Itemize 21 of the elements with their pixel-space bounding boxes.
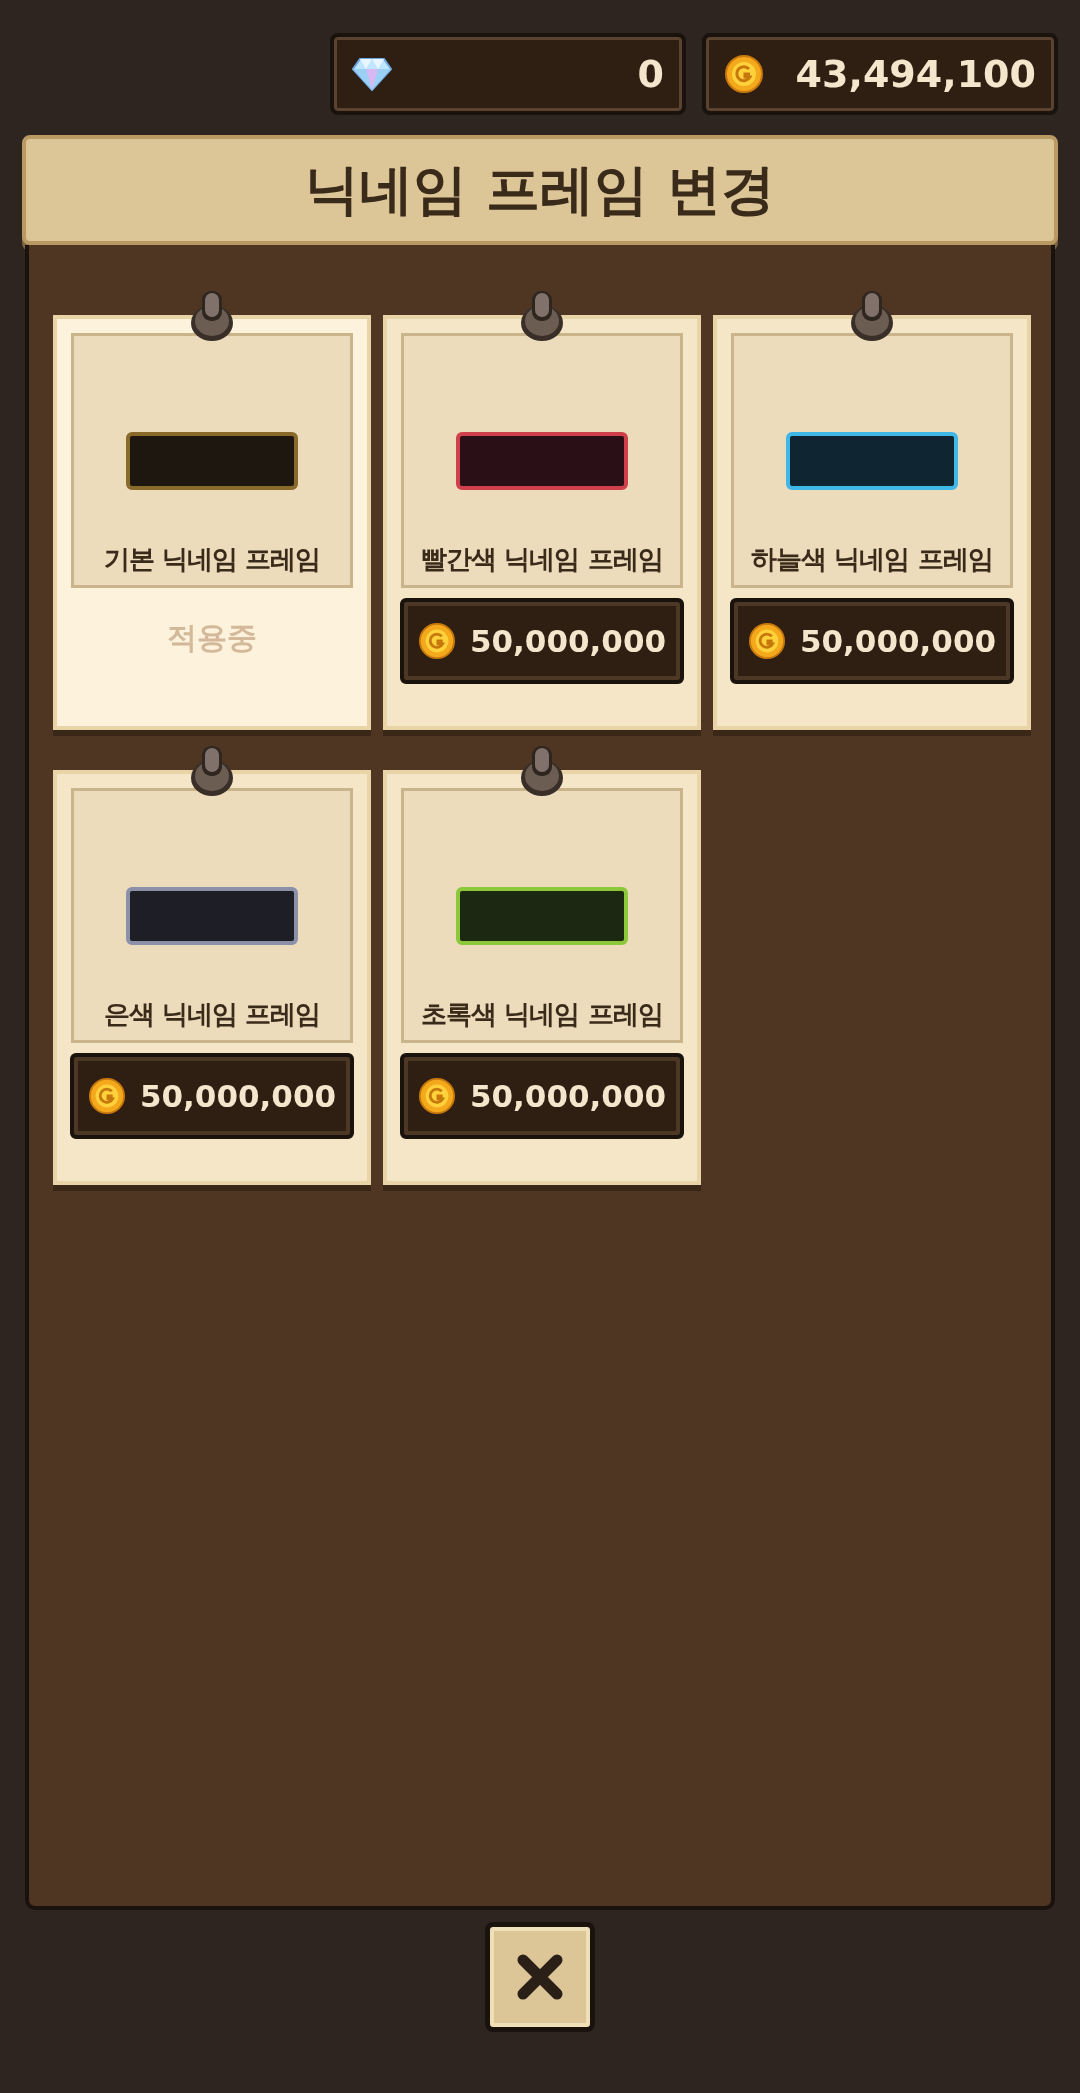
buy-button[interactable]: 50,000,000 (400, 1053, 684, 1139)
coin-icon (724, 54, 764, 94)
coin-icon (417, 622, 456, 660)
buy-button[interactable]: 50,000,000 (730, 598, 1014, 684)
coin-amount: 43,494,100 (794, 52, 1036, 96)
close-button[interactable] (485, 1922, 595, 2032)
coin-icon (417, 1077, 456, 1115)
coin-icon (747, 622, 786, 660)
close-icon (515, 1952, 565, 2002)
frame-name: 하늘색 닉네임 프레임 (751, 543, 993, 576)
buy-button[interactable]: 50,000,000 (400, 598, 684, 684)
frame-name: 기본 닉네임 프레임 (103, 543, 321, 576)
window-title: 닉네임 프레임 변경 (305, 156, 775, 223)
frame-name: 빨간색 닉네임 프레임 (421, 543, 663, 576)
coin-icon (87, 1077, 126, 1115)
buy-button[interactable]: 50,000,000 (70, 1053, 354, 1139)
frame-name: 은색 닉네임 프레임 (103, 998, 321, 1031)
frame-name: 초록색 닉네임 프레임 (421, 998, 663, 1031)
diamond-icon (352, 57, 392, 91)
gem-amount: 0 (636, 52, 664, 96)
applied-status: 적용중 (167, 619, 257, 657)
